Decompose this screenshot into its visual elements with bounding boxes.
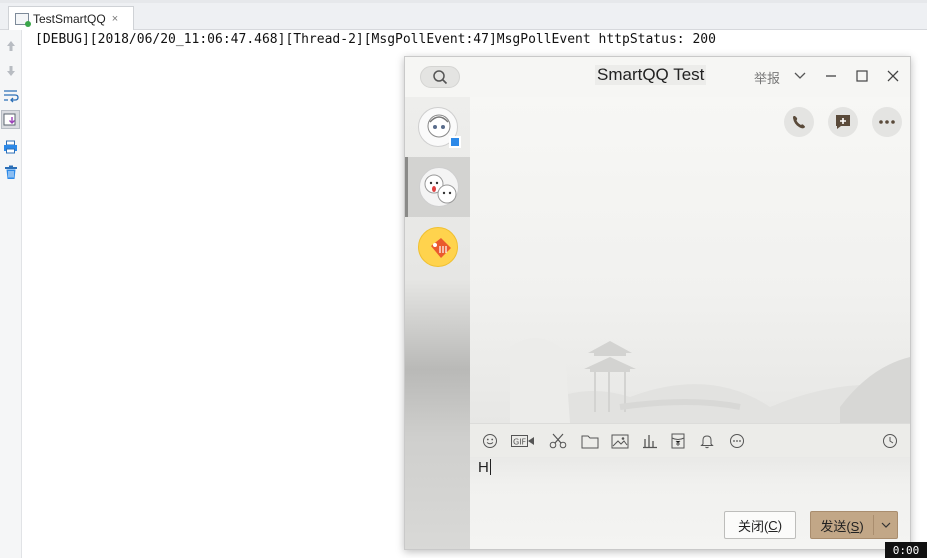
chat-title: SmartQQ Test: [595, 65, 707, 85]
gif-icon[interactable]: GIF: [510, 431, 536, 451]
more-button[interactable]: [872, 107, 902, 137]
arrow-up-icon[interactable]: [1, 36, 20, 55]
add-message-icon: [836, 115, 850, 129]
message-input-text: H: [478, 459, 491, 476]
search-icon: [433, 70, 448, 85]
image-icon[interactable]: [610, 431, 630, 451]
print-icon[interactable]: [1, 137, 20, 156]
avatar: [417, 107, 461, 148]
scissors-icon[interactable]: [548, 431, 568, 451]
contact-avatar-2[interactable]: [405, 157, 470, 217]
dropdown-chevron-icon[interactable]: [790, 66, 810, 86]
avatar: [419, 167, 459, 207]
arrow-down-icon[interactable]: [1, 61, 20, 80]
message-area: [470, 97, 910, 423]
console-toolbar: [0, 30, 22, 558]
close-button-label: 关闭(: [737, 518, 769, 534]
editor-tabbar: TestSmartQQ ×: [0, 0, 927, 30]
tab-label: TestSmartQQ: [33, 11, 106, 26]
phone-icon: [793, 116, 805, 129]
red-packet-icon[interactable]: [668, 431, 688, 451]
minimize-icon[interactable]: [821, 66, 841, 86]
console-output-line: [DEBUG][2018/06/20_11:06:47.468][Thread-…: [35, 32, 716, 47]
tab-close-icon[interactable]: ×: [112, 13, 118, 25]
tab-testsmartqq[interactable]: TestSmartQQ ×: [8, 6, 134, 30]
emoji-icon[interactable]: [480, 431, 500, 451]
search-button[interactable]: [420, 66, 460, 88]
close-button[interactable]: 关闭(C): [724, 511, 796, 539]
smartqq-chat-window: SmartQQ Test 举报 GIF H 关闭(C) 发送(S): [404, 56, 911, 550]
trash-icon[interactable]: [1, 163, 20, 182]
message-input-value: H: [478, 459, 489, 476]
send-button-label: 发送(: [820, 518, 851, 534]
more-icon: [879, 120, 895, 124]
contact-avatar-3[interactable]: [405, 217, 470, 277]
contact-sidebar: [405, 97, 470, 549]
report-link[interactable]: 举报: [754, 68, 780, 87]
landscape-background-image: [510, 338, 910, 423]
add-message-button[interactable]: [828, 107, 858, 137]
close-button-label-tail: ): [777, 517, 783, 533]
contact-avatar-1[interactable]: [405, 97, 470, 157]
run-config-icon: [15, 12, 31, 27]
close-button-hotkey: C: [768, 517, 778, 533]
recording-timer: 0:00: [885, 542, 927, 558]
close-window-icon[interactable]: [883, 66, 903, 86]
send-options-chevron-icon[interactable]: [874, 522, 897, 528]
folder-icon[interactable]: [580, 431, 600, 451]
chat-titlebar: SmartQQ Test 举报: [405, 57, 910, 97]
send-button-label-tail: ): [859, 518, 864, 534]
status-badge: [448, 136, 461, 148]
send-button[interactable]: 发送(S): [810, 511, 898, 539]
text-caret: [489, 459, 491, 475]
input-toolbar: GIF: [470, 423, 910, 457]
phone-button[interactable]: [784, 107, 814, 137]
scroll-to-end-icon[interactable]: [1, 110, 20, 129]
svg-text:GIF: GIF: [513, 438, 527, 447]
maximize-icon[interactable]: [852, 66, 872, 86]
tabbar-top-strip: [0, 0, 927, 3]
send-button-label-wrap: 发送(S): [811, 516, 873, 535]
soft-wrap-icon[interactable]: [1, 86, 20, 105]
bell-icon[interactable]: [697, 431, 717, 451]
bar-chart-icon[interactable]: [640, 431, 660, 451]
clock-icon[interactable]: [880, 431, 900, 451]
message-input[interactable]: H 关闭(C) 发送(S): [470, 457, 910, 549]
avatar: [417, 227, 458, 267]
more-circle-icon[interactable]: [727, 431, 747, 451]
